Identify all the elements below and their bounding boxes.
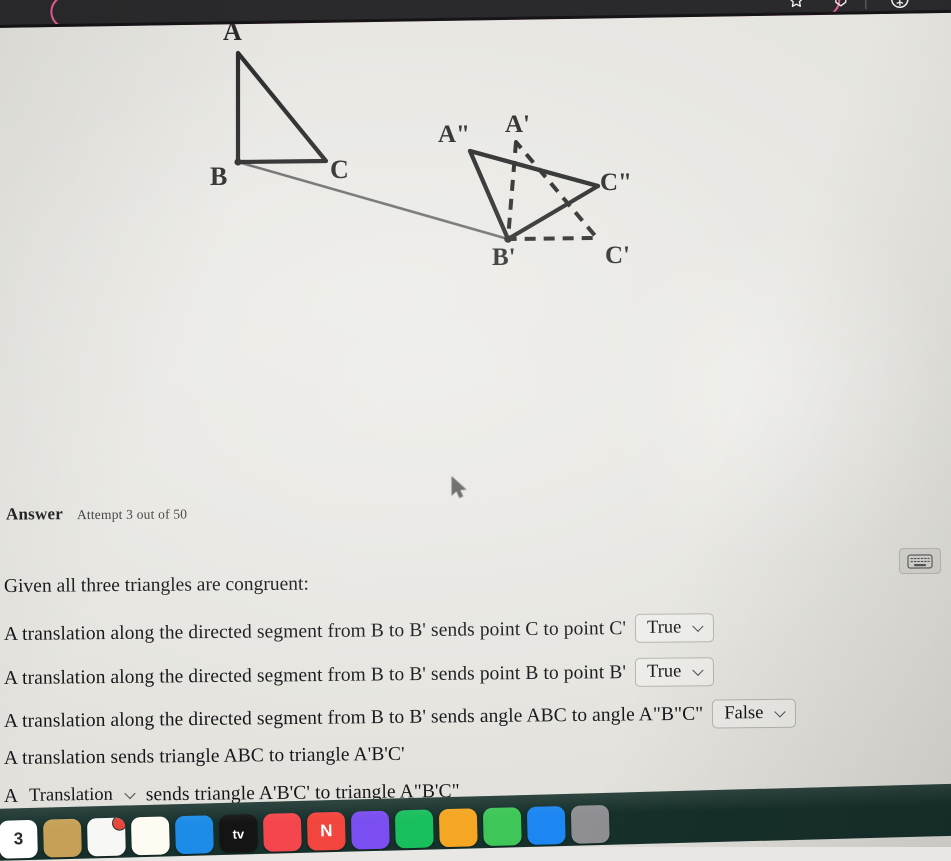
statement-text-4: A translation sends triangle ABC to tria…: [3, 743, 405, 769]
label-C-prime: C': [605, 242, 630, 269]
label-A-prime: A': [505, 111, 530, 138]
answer-heading: Answer: [5, 504, 63, 524]
keyboard-icon[interactable]: [898, 547, 942, 575]
statement-lead-5: A: [3, 785, 19, 807]
statement-text-1: A translation along the directed segment…: [3, 617, 627, 645]
attempt-counter: Attempt 3 out of 50: [76, 506, 188, 523]
label-B: B: [210, 162, 227, 191]
dropdown-value-2: True: [646, 661, 682, 682]
star-icon[interactable]: [786, 0, 806, 10]
dock-icon-news[interactable]: N: [306, 811, 346, 851]
dock-icon-label: N: [319, 821, 333, 841]
dock-icon-music[interactable]: [262, 812, 302, 852]
mouse-cursor: [451, 476, 467, 499]
chevron-down-icon: [125, 789, 136, 800]
page-surface: — — —: [0, 0, 951, 861]
dock-badge: [111, 817, 126, 831]
truth-dropdown-3[interactable]: False: [712, 698, 797, 729]
triangle-abc: [234, 50, 329, 166]
statement-row-1: A translation along the directed segment…: [4, 613, 715, 649]
chevron-down-icon: [693, 621, 704, 632]
dock-icon-stocks[interactable]: [174, 815, 214, 855]
chevron-down-icon: [693, 665, 704, 676]
dock-icon-reminders[interactable]: [86, 817, 126, 857]
dropdown-value-3: False: [724, 703, 764, 724]
dropdown-value-5: Translation: [29, 784, 113, 806]
statement-row-3: A translation along the directed segment…: [3, 698, 797, 736]
statement-row-4: A translation sends triangle ABC to tria…: [4, 744, 405, 770]
intro-text: Given all three triangles are congruent:: [3, 573, 309, 597]
translation-vector-b-to-bprime: [236, 160, 510, 241]
statement-intro: Given all three triangles are congruent:: [4, 574, 309, 598]
truth-dropdown-1[interactable]: True: [634, 613, 715, 643]
dock-icon-settings[interactable]: [570, 804, 610, 844]
dock-icon-notes[interactable]: [130, 816, 170, 856]
dock-icon-apple-tv[interactable]: tv: [218, 814, 258, 854]
profile-account-icon[interactable]: [888, 0, 910, 10]
label-C: C: [330, 155, 349, 184]
label-C-double-prime: C": [600, 169, 632, 196]
dock-icon-podcasts[interactable]: [350, 810, 390, 850]
dock-icon-messages[interactable]: [482, 807, 522, 847]
chevron-down-icon: [775, 707, 786, 718]
extension-icon[interactable]: [830, 0, 850, 10]
dock-icon-calendar[interactable]: 3: [0, 819, 38, 859]
statement-text-3: A translation along the directed segment…: [3, 703, 704, 732]
statement-row-2: A translation along the directed segment…: [4, 657, 715, 693]
triangle-aprime-bprime-cprime: [506, 140, 599, 241]
answer-header: Answer Attempt 3 out of 50: [6, 503, 187, 524]
dock-icon-files[interactable]: [42, 818, 82, 858]
dock-icon-fitness[interactable]: [394, 809, 434, 849]
triangles-diagram: A B C A' B' C' A" C": [210, 20, 632, 271]
dock-icon-app-store[interactable]: [526, 805, 566, 845]
dock-icon-label: 3: [13, 829, 24, 849]
dock-icon-label: tv: [232, 825, 245, 842]
truth-dropdown-2[interactable]: True: [634, 657, 715, 687]
dropdown-value-1: True: [646, 617, 682, 638]
label-B-prime: B': [492, 244, 516, 271]
triangle-adprime-bdprime-cdprime: [467, 148, 601, 243]
statement-text-2: A translation along the directed segment…: [3, 661, 627, 689]
toolbar-divider: [865, 0, 867, 10]
label-A-double-prime: A": [438, 121, 470, 148]
dock-icon-photos[interactable]: [438, 808, 478, 848]
dock-items: 3 tv N: [0, 804, 610, 859]
